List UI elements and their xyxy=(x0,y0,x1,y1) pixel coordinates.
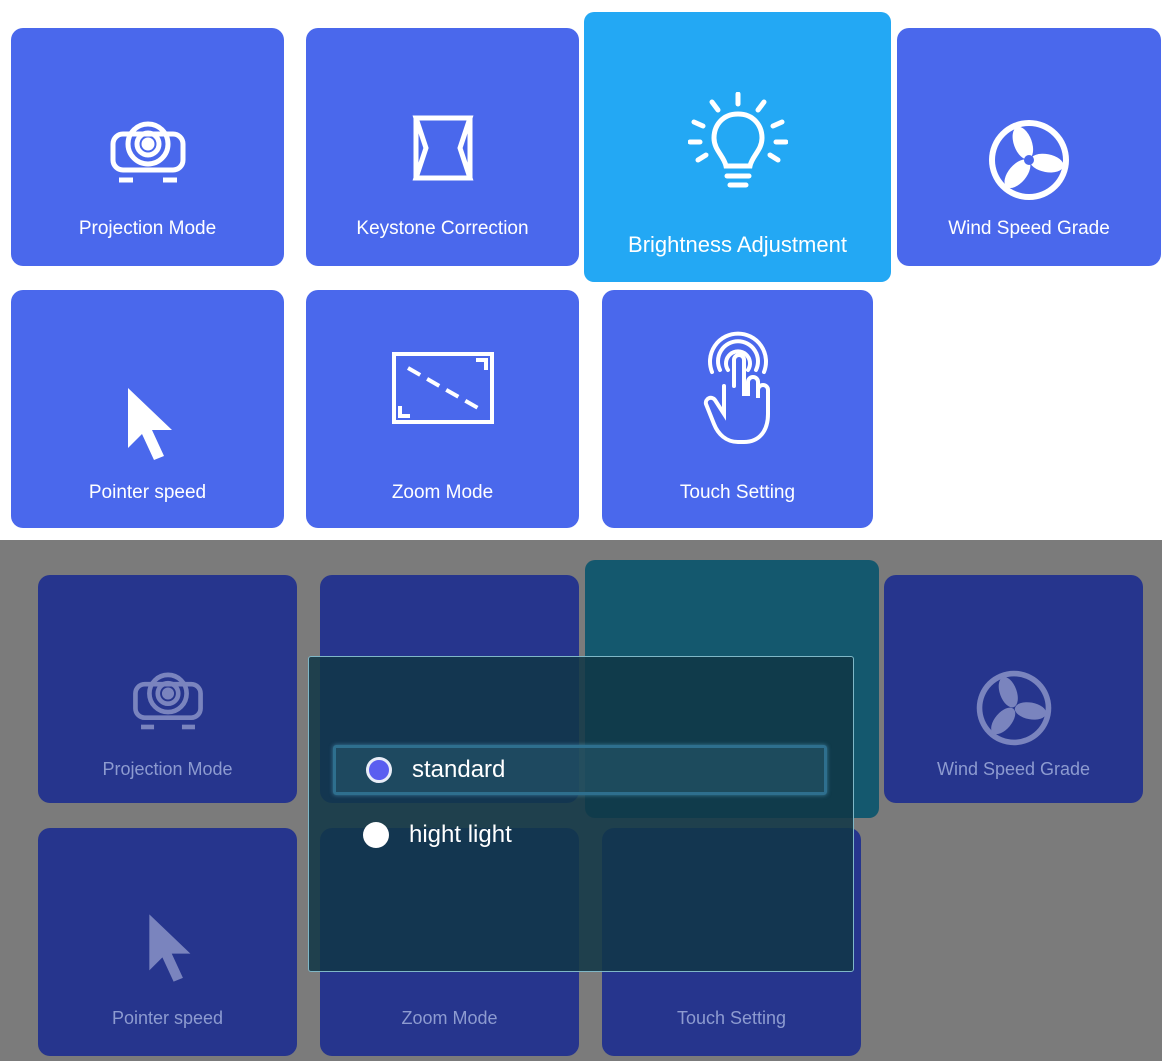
settings-grid-dimmed: Projection Mode Wind Speed Grade Pointer… xyxy=(0,540,1162,1061)
tile-pointer-speed[interactable]: Pointer speed xyxy=(11,290,284,528)
radio-selected-icon xyxy=(366,757,392,783)
tile-touch-setting[interactable]: Touch Setting xyxy=(602,290,873,528)
tile-projection-mode: Projection Mode xyxy=(38,575,297,803)
tile-wind-speed-grade[interactable]: Wind Speed Grade xyxy=(897,28,1161,266)
tile-label: Touch Setting xyxy=(679,482,796,503)
tile-label: Keystone Correction xyxy=(356,218,529,239)
tile-pointer-speed: Pointer speed xyxy=(38,828,297,1056)
option-label: hight light xyxy=(409,821,512,848)
keystone-icon xyxy=(306,112,579,184)
radio-unselected-icon xyxy=(363,822,389,848)
settings-grid: Projection Mode Keystone Correction Brig… xyxy=(0,0,1162,540)
tile-brightness-adjustment[interactable]: Brightness Adjustment xyxy=(584,12,891,282)
option-hight-light[interactable]: hight light xyxy=(333,810,827,860)
tile-label: Zoom Mode xyxy=(401,1008,498,1028)
tile-projection-mode[interactable]: Projection Mode xyxy=(11,28,284,266)
brightness-mode-dialog: standard hight light xyxy=(308,656,854,972)
tile-label: Projection Mode xyxy=(78,218,217,239)
lightbulb-icon xyxy=(584,92,891,192)
touch-icon xyxy=(602,330,873,448)
tile-label: Wind Speed Grade xyxy=(936,759,1091,779)
zoom-icon xyxy=(306,350,579,426)
tile-label: Brightness Adjustment xyxy=(628,232,847,257)
projector-icon xyxy=(38,667,297,733)
fan-icon xyxy=(897,116,1161,204)
option-label: standard xyxy=(412,756,506,783)
tile-label: Pointer speed xyxy=(111,1008,224,1028)
projector-icon xyxy=(11,116,284,186)
tile-wind-speed-grade: Wind Speed Grade xyxy=(884,575,1143,803)
cursor-icon xyxy=(11,384,284,464)
tile-label: Zoom Mode xyxy=(391,482,494,503)
cursor-icon xyxy=(38,910,297,986)
fan-icon xyxy=(884,667,1143,749)
tile-keystone-correction[interactable]: Keystone Correction xyxy=(306,28,579,266)
tile-label: Wind Speed Grade xyxy=(948,218,1110,239)
tile-zoom-mode[interactable]: Zoom Mode xyxy=(306,290,579,528)
tile-label: Touch Setting xyxy=(676,1008,787,1028)
tile-label: Projection Mode xyxy=(102,759,233,779)
option-standard[interactable]: standard xyxy=(333,745,827,795)
tile-label: Pointer speed xyxy=(88,482,207,503)
